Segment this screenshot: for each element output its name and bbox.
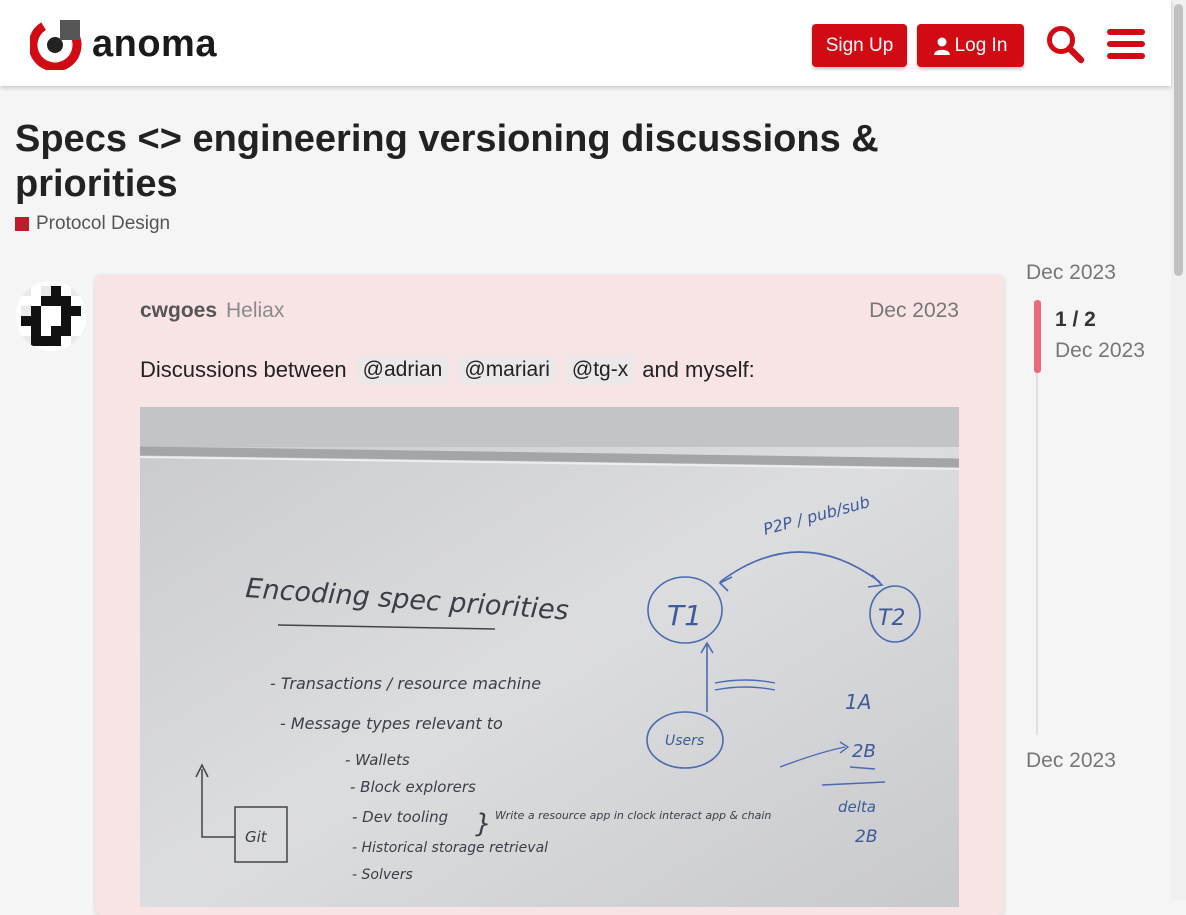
user-avatar[interactable] bbox=[16, 281, 86, 351]
log-in-button[interactable]: Log In bbox=[917, 24, 1024, 67]
search-button[interactable] bbox=[1043, 22, 1087, 66]
wb-item-2: - Wallets bbox=[345, 751, 410, 769]
wb-item-0: - Transactions / resource machine bbox=[270, 674, 541, 693]
hamburger-icon bbox=[1107, 29, 1145, 59]
logo-text: anoma bbox=[92, 22, 217, 65]
search-icon bbox=[1047, 26, 1085, 64]
mention-adrian[interactable]: @adrian bbox=[355, 355, 450, 385]
wb-node-users: Users bbox=[665, 733, 704, 749]
wb-node-t2: T2 bbox=[878, 606, 905, 631]
timeline-position-date: Dec 2023 bbox=[1055, 339, 1145, 362]
post-text-prefix: Discussions between bbox=[140, 357, 347, 382]
anoma-logo-icon bbox=[30, 18, 82, 70]
wb-item-1: - Message types relevant to bbox=[280, 714, 503, 733]
wb-item-3: - Block explorers bbox=[350, 778, 476, 796]
wb-bracket: } bbox=[475, 809, 492, 839]
scrollbar-thumb[interactable] bbox=[1174, 4, 1183, 276]
post-body-text: Discussions between @adrian @mariari @tg… bbox=[140, 355, 755, 385]
wb-right-1a: 1A bbox=[845, 690, 871, 714]
wb-node-t1: T1 bbox=[667, 599, 702, 632]
post-date[interactable]: Dec 2023 bbox=[869, 299, 959, 323]
category-label: Protocol Design bbox=[36, 213, 171, 234]
wb-item-6: - Solvers bbox=[352, 867, 413, 883]
site-logo[interactable]: anoma bbox=[30, 18, 217, 70]
whiteboard-drawing: Encoding spec priorities - Transactions … bbox=[139, 407, 960, 907]
topic-title[interactable]: Specs <> engineering versioning discussi… bbox=[15, 117, 935, 207]
mention-mariari[interactable]: @mariari bbox=[457, 355, 557, 385]
wb-right-delta: delta bbox=[838, 798, 876, 816]
sign-up-button[interactable]: Sign Up bbox=[812, 24, 907, 67]
timeline-start-date[interactable]: Dec 2023 bbox=[1026, 261, 1116, 285]
category-color-swatch bbox=[15, 217, 29, 231]
mention-tg-x[interactable]: @tg-x bbox=[564, 355, 636, 385]
page-scrollbar[interactable] bbox=[1171, 0, 1186, 900]
user-icon bbox=[933, 37, 950, 55]
whiteboard-photo[interactable]: Encoding spec priorities - Transactions … bbox=[139, 407, 960, 907]
post-text-suffix: and myself: bbox=[642, 357, 755, 382]
wb-right-2b: 2B bbox=[852, 741, 876, 762]
log-in-label: Log In bbox=[954, 34, 1008, 56]
hamburger-menu-button[interactable] bbox=[1104, 22, 1148, 66]
site-header: anoma Sign Up Log In bbox=[0, 0, 1171, 86]
category-badge[interactable]: Protocol Design bbox=[15, 213, 170, 235]
wb-box-label: Git bbox=[245, 828, 268, 846]
wb-note: Write a resource app in clock interact a… bbox=[495, 809, 771, 822]
post-card: cwgoes Heliax Dec 2023 Discussions betwe… bbox=[95, 275, 1004, 915]
identicon-avatar-icon bbox=[16, 281, 86, 351]
wb-item-4: - Dev tooling bbox=[352, 808, 448, 826]
timeline-position: 1 / 2 bbox=[1055, 308, 1096, 331]
timeline-scroll-handle[interactable] bbox=[1034, 300, 1041, 373]
post-user-title: Heliax bbox=[226, 299, 285, 322]
post-username[interactable]: cwgoes bbox=[140, 299, 217, 323]
wb-item-5: - Historical storage retrieval bbox=[352, 840, 548, 856]
timeline-end-date[interactable]: Dec 2023 bbox=[1026, 749, 1116, 773]
wb-right-2b-b: 2B bbox=[855, 827, 877, 847]
